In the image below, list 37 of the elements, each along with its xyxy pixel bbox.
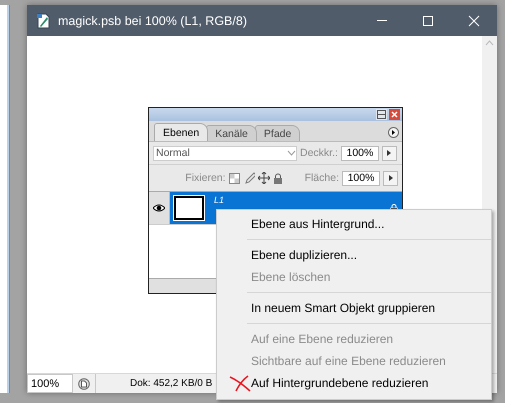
- menu-item[interactable]: Auf Hintergrundebene reduzieren: [217, 372, 491, 394]
- window-title: magick.psb bei 100% (L1, RGB/8): [58, 14, 248, 28]
- zoom-field[interactable]: 100%: [27, 374, 73, 393]
- stepper-button[interactable]: [382, 146, 397, 160]
- fill-field[interactable]: 100%: [342, 170, 380, 186]
- close-icon: [468, 14, 480, 26]
- visibility-toggle[interactable]: [149, 192, 170, 224]
- collapse-icon: [377, 110, 386, 119]
- panel-tab[interactable]: Kanäle: [206, 125, 257, 141]
- menu-item[interactable]: In neuem Smart Objekt gruppieren: [217, 297, 491, 319]
- document-info: Dok: 452,2 KB/0 B: [129, 377, 212, 391]
- lock-transparency-icon[interactable]: [228, 172, 240, 184]
- triangle-right-icon: [387, 150, 392, 156]
- blend-mode-dropdown[interactable]: Normal: [153, 146, 297, 160]
- panel-menu-icon[interactable]: [388, 127, 399, 138]
- opacity-field[interactable]: 100%: [340, 146, 379, 160]
- panel-tab[interactable]: Ebenen: [154, 123, 208, 141]
- brush-icon[interactable]: [242, 172, 255, 184]
- close-icon: [391, 111, 398, 118]
- document-icon: [35, 12, 51, 28]
- close-button[interactable]: [389, 109, 400, 120]
- menu-item[interactable]: Ebene duplizieren...: [217, 244, 491, 266]
- stepper-button[interactable]: [383, 170, 398, 186]
- eye-icon: [153, 204, 165, 212]
- minimize-icon: [377, 20, 387, 21]
- page-icon: [78, 378, 90, 390]
- lock-icon[interactable]: [272, 172, 283, 184]
- triangle-right-icon: [388, 175, 392, 181]
- panel-tab[interactable]: Pfade: [254, 125, 300, 141]
- layer-name: L1: [213, 194, 226, 205]
- move-icon[interactable]: [258, 172, 270, 184]
- lock-label: Fixieren:: [185, 172, 226, 184]
- layer-thumbnail: [174, 196, 204, 220]
- fill-label: Fläche:: [304, 172, 339, 184]
- maximize-icon: [422, 14, 434, 26]
- collapse-button[interactable]: [376, 109, 387, 120]
- opacity-label: Deckkr.:: [300, 147, 338, 159]
